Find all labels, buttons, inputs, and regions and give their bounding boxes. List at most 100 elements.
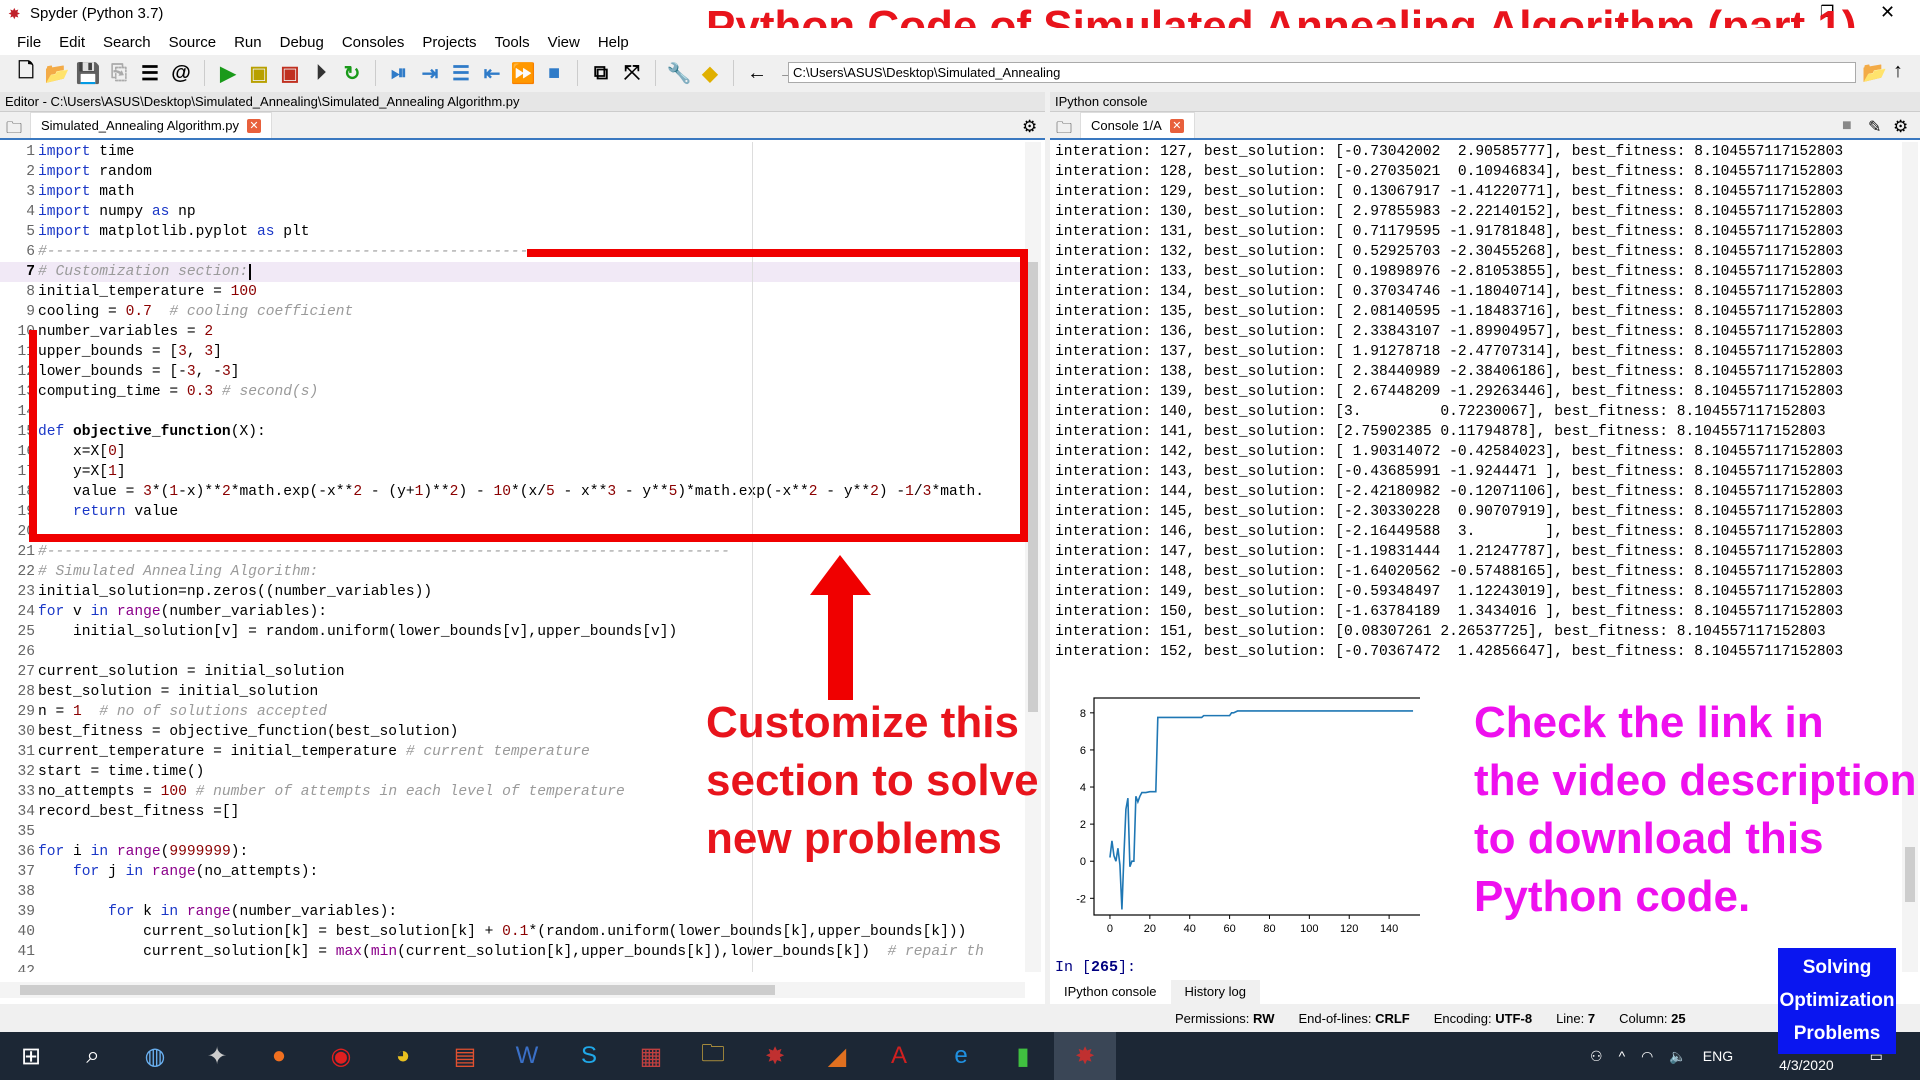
list-icon[interactable]: ☰ (138, 61, 162, 85)
reader-icon[interactable]: ▤ (434, 1032, 496, 1080)
editor-tab[interactable]: Simulated_Annealing Algorithm.py ✕ (30, 112, 273, 138)
code-line[interactable]: 5 import matplotlib.pyplot as plt (0, 222, 1022, 242)
parent-directory-icon[interactable]: ↑ (1893, 60, 1903, 83)
step-return-icon[interactable]: ⇤ (480, 61, 504, 85)
code-line[interactable]: 25 initial_solution[v] = random.uniform(… (0, 622, 1022, 642)
code-line[interactable]: 18 value = 3*(1-x)**2*math.exp(-x**2 - (… (0, 482, 1022, 502)
run-cell-icon[interactable]: ▣ (247, 61, 271, 85)
code-line[interactable]: 6 #--------------------------------------… (0, 242, 1022, 262)
code-line[interactable]: 40 current_solution[k] = best_solution[k… (0, 922, 1022, 942)
code-line[interactable]: 20 (0, 522, 1022, 542)
preferences-wrench-icon[interactable]: 🔧 (667, 61, 692, 85)
save-all-icon[interactable]: ⎘ (107, 61, 131, 85)
code-line[interactable]: 19 return value (0, 502, 1022, 522)
menu-debug[interactable]: Debug (271, 28, 333, 55)
run-icon[interactable]: ▶ (216, 61, 240, 85)
clear-console-icon[interactable]: ✎ (1868, 117, 1881, 137)
at-icon[interactable]: @ (169, 61, 193, 85)
close-tab-icon[interactable]: ✕ (247, 118, 262, 133)
new-file-icon[interactable]: 🗋 (14, 60, 38, 85)
editor-scroll-thumb[interactable] (1028, 262, 1038, 712)
code-line[interactable]: 14 (0, 402, 1022, 422)
code-line[interactable]: 24 for v in range(number_variables): (0, 602, 1022, 622)
code-line[interactable]: 1 import time (0, 142, 1022, 162)
console-scroll-thumb[interactable] (1905, 847, 1915, 902)
menu-source[interactable]: Source (160, 28, 226, 55)
code-line[interactable]: 21 #-------------------------------------… (0, 542, 1022, 562)
rerun-icon[interactable]: ↻ (340, 61, 364, 85)
tab-history-log[interactable]: History log (1170, 980, 1260, 1004)
clock-date[interactable]: 4/3/2020 (1779, 1057, 1834, 1073)
code-line[interactable]: 26 (0, 642, 1022, 662)
stats-icon[interactable]: ▮ (992, 1032, 1054, 1080)
menu-file[interactable]: File (8, 28, 50, 55)
code-line[interactable]: 23 initial_solution=np.zeros((number_vari… (0, 582, 1022, 602)
menu-projects[interactable]: Projects (413, 28, 485, 55)
windows-start-icon[interactable]: ⊞ (0, 1032, 62, 1080)
code-line[interactable]: 12 lower_bounds = [-3, -3] (0, 362, 1022, 382)
close-window-icon[interactable]: ✕ (1880, 2, 1895, 23)
browse-tabs-icon[interactable]: 🗀 (6, 117, 22, 144)
editor-hscroll-thumb[interactable] (20, 985, 775, 995)
close-console-icon[interactable]: ✕ (1169, 118, 1184, 133)
show-hidden-icon[interactable]: ^ (1619, 1048, 1626, 1064)
browse-consoles-icon[interactable]: 🗀 (1056, 117, 1072, 144)
chrome-icon[interactable]: ◕ (372, 1032, 434, 1080)
run-selection-icon[interactable]: ⏵ (309, 61, 333, 85)
code-line[interactable]: 4 import numpy as np (0, 202, 1022, 222)
app-icon[interactable]: ✦ (186, 1032, 248, 1080)
working-directory-input[interactable]: C:\Users\ASUS\Desktop\Simulated_Annealin… (788, 62, 1856, 83)
menu-edit[interactable]: Edit (50, 28, 94, 55)
code-line[interactable]: 17 y=X[1] (0, 462, 1022, 482)
record-icon[interactable]: ◉ (310, 1032, 372, 1080)
code-line[interactable]: 7 # Customization section: (0, 262, 1022, 282)
volume-icon[interactable]: 🔈 (1669, 1048, 1686, 1065)
step-into-icon[interactable]: ☰ (449, 61, 473, 85)
spyder-taskbar-icon[interactable]: ✸ (744, 1032, 806, 1080)
maximize-pane-icon[interactable]: ⧉ (589, 61, 613, 85)
tab-ipython-console[interactable]: IPython console (1050, 980, 1171, 1004)
wifi-icon[interactable]: ◠ (1641, 1048, 1653, 1065)
code-line[interactable]: 3 import math (0, 182, 1022, 202)
code-line[interactable]: 2 import random (0, 162, 1022, 182)
back-arrow-icon[interactable]: ← (745, 61, 769, 85)
search-icon[interactable]: ⌕ (62, 1032, 124, 1080)
code-line[interactable]: 42 (0, 962, 1022, 972)
app-chart-icon[interactable]: ▦ (620, 1032, 682, 1080)
code-line[interactable]: 41 current_solution[k] = max(min(current… (0, 942, 1022, 962)
console-options-gear-icon[interactable]: ⚙ (1893, 117, 1908, 137)
continue-icon[interactable]: ⏩ (511, 61, 536, 85)
code-line[interactable]: 9 cooling = 0.7 # cooling coefficient (0, 302, 1022, 322)
code-line[interactable]: 38 (0, 882, 1022, 902)
menu-view[interactable]: View (539, 28, 589, 55)
debug-icon[interactable]: ⏯ (387, 61, 411, 85)
code-line[interactable]: 8 initial_temperature = 100 (0, 282, 1022, 302)
skype-icon[interactable]: S (558, 1032, 620, 1080)
menu-search[interactable]: Search (94, 28, 160, 55)
code-line[interactable]: 11 upper_bounds = [3, 3] (0, 342, 1022, 362)
console-prompt[interactable]: In [265]: (1055, 959, 1136, 976)
code-line[interactable]: 15 def objective_function(X): (0, 422, 1022, 442)
stop-kernel-icon[interactable]: ■ (1842, 117, 1852, 135)
firefox-icon[interactable]: ● (248, 1032, 310, 1080)
code-line[interactable]: 27 current_solution = initial_solution (0, 662, 1022, 682)
browser-globe-icon[interactable]: ◍ (124, 1032, 186, 1080)
edge-icon[interactable]: e (930, 1032, 992, 1080)
menu-consoles[interactable]: Consoles (333, 28, 414, 55)
editor-options-gear-icon[interactable]: ⚙ (1022, 117, 1037, 137)
code-line[interactable]: 10 number_variables = 2 (0, 322, 1022, 342)
python-path-icon[interactable]: ◆ (698, 61, 722, 85)
menu-tools[interactable]: Tools (486, 28, 539, 55)
code-line[interactable]: 39 for k in range(number_variables): (0, 902, 1022, 922)
console-tab[interactable]: Console 1/A ✕ (1080, 112, 1195, 138)
acrobat-icon[interactable]: A (868, 1032, 930, 1080)
run-cell-advance-icon[interactable]: ▣ (278, 61, 302, 85)
code-line[interactable]: 37 for j in range(no_attempts): (0, 862, 1022, 882)
save-icon[interactable]: 💾 (76, 61, 101, 85)
people-icon[interactable]: ⚇ (1590, 1048, 1603, 1065)
word-icon[interactable]: W (496, 1032, 558, 1080)
matlab-icon[interactable]: ◢ (806, 1032, 868, 1080)
stop-debug-icon[interactable]: ■ (542, 61, 566, 85)
menu-run[interactable]: Run (225, 28, 271, 55)
language-indicator[interactable]: ENG (1703, 1048, 1733, 1064)
